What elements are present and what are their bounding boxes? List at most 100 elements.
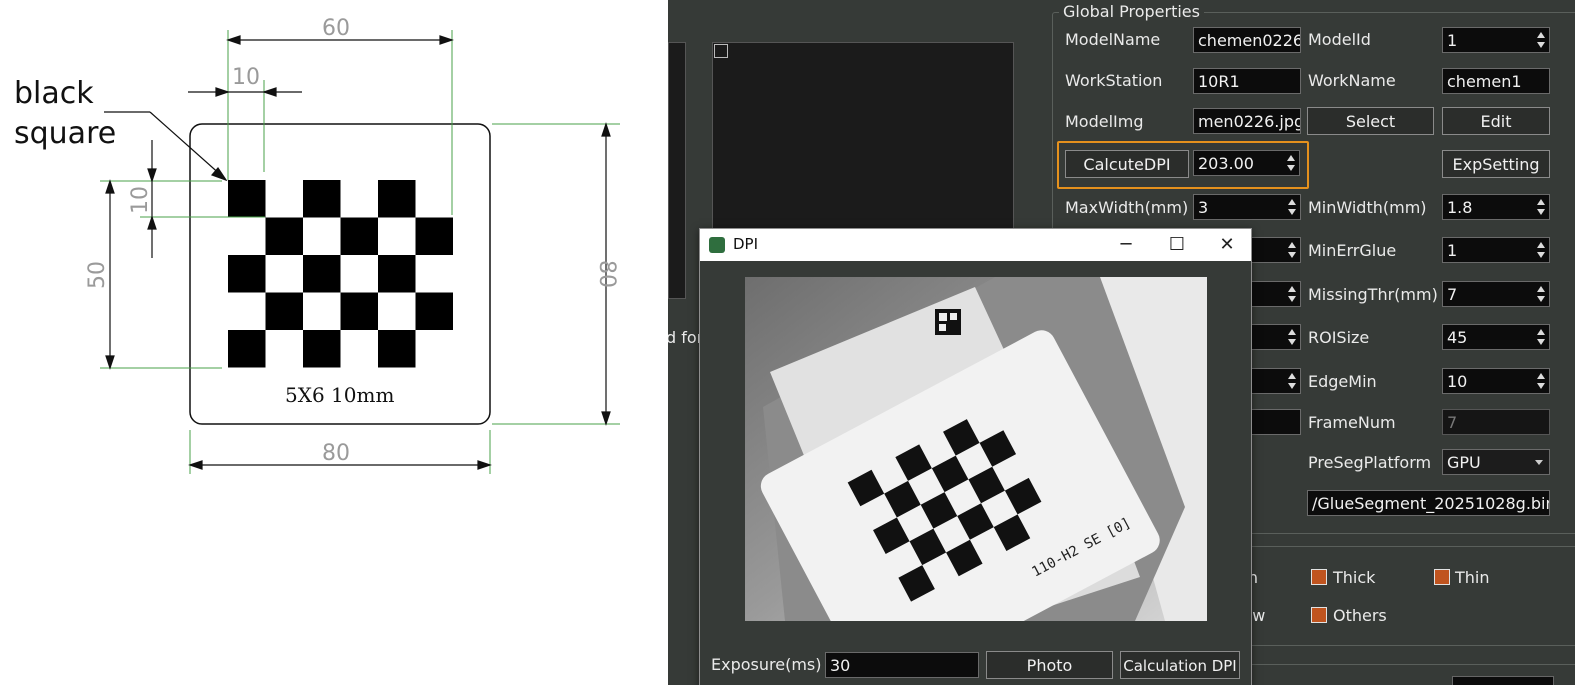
preview-panel-left (668, 42, 686, 299)
global-properties-title: Global Properties (1059, 2, 1204, 21)
preseg-label: PreSegPlatform (1308, 453, 1432, 472)
model-name-label: ModelName (1065, 30, 1161, 49)
missing-thr-value: 7 (1447, 285, 1458, 304)
calibration-drawing: 60 10 10 50 80 80 5X6 10mm black square (0, 0, 668, 685)
edge-min-spinbox[interactable]: 10 (1442, 368, 1550, 394)
thin-label: Thin (1455, 568, 1490, 587)
frame-num-input[interactable]: 7 (1442, 409, 1550, 435)
exposure-input[interactable]: 30 (825, 652, 979, 678)
callout-line-2: square (14, 116, 117, 151)
dialog-titlebar[interactable]: DPI ─ ☐ ✕ (700, 229, 1251, 261)
thin-checkbox[interactable] (1434, 569, 1450, 585)
workstation-input[interactable]: 10R1 (1193, 68, 1301, 94)
spin-arrows-icon[interactable] (1287, 284, 1297, 304)
roi-size-spinbox[interactable]: 45 (1442, 324, 1550, 350)
others-label: Others (1333, 606, 1387, 625)
model-id-value: 1 (1447, 31, 1458, 50)
spin-arrows-icon[interactable] (1536, 371, 1546, 391)
thick-checkbox[interactable] (1311, 569, 1327, 585)
black-square (228, 255, 266, 293)
black-square (378, 330, 416, 368)
dpi-spinbox[interactable]: 203.00 (1193, 150, 1300, 176)
dialog-title: DPI (733, 235, 759, 253)
preview-checkbox[interactable] (714, 44, 728, 58)
roi-size-label: ROISize (1308, 328, 1370, 347)
callout-label: black square (14, 74, 116, 154)
black-square (303, 330, 341, 368)
missing-thr-spinbox[interactable]: 7 (1442, 281, 1550, 307)
preseg-combo[interactable]: GPU (1442, 449, 1550, 475)
max-width-value: 3 (1198, 198, 1209, 217)
model-path-input[interactable]: /GlueSegment_20251028g.bin (1307, 490, 1550, 516)
exp-setting-button[interactable]: ExpSetting (1442, 150, 1550, 178)
spin-arrows-icon[interactable] (1287, 371, 1297, 391)
select-button[interactable]: Select (1307, 107, 1434, 135)
photo-button[interactable]: Photo (986, 651, 1113, 679)
preseg-value: GPU (1447, 453, 1481, 472)
dim-10-top: 10 (232, 65, 260, 90)
spin-arrows-icon[interactable] (1536, 327, 1546, 347)
edit-button[interactable]: Edit (1442, 107, 1550, 135)
spin-arrows-icon[interactable] (1536, 240, 1546, 260)
hidden-spinbox-4[interactable] (1250, 368, 1301, 394)
hidden-spinbox-3[interactable] (1250, 324, 1301, 350)
close-icon[interactable]: ✕ (1215, 233, 1239, 257)
dim-80-right: 80 (594, 260, 619, 288)
spin-arrows-icon[interactable] (1536, 30, 1546, 50)
model-name-input[interactable]: chemen0226 (1193, 27, 1301, 53)
dim-80-bottom: 80 (322, 441, 350, 466)
hidden-input-5[interactable] (1250, 409, 1301, 435)
edge-min-value: 10 (1447, 372, 1468, 391)
spin-arrows-icon[interactable] (1287, 327, 1297, 347)
max-width-label: MaxWidth(mm) (1065, 198, 1189, 217)
model-id-spinbox[interactable]: 1 (1442, 27, 1550, 53)
camera-image: 110-H2 SE [0] (745, 277, 1207, 621)
dim-10-left: 10 (128, 186, 153, 214)
dim-60-top: 60 (322, 16, 350, 41)
preview-panel-right (712, 42, 1014, 232)
spin-arrows-icon[interactable] (1536, 284, 1546, 304)
maximize-icon[interactable]: ☐ (1165, 233, 1189, 257)
workname-input[interactable]: chemen1 (1442, 68, 1550, 94)
bottom-input[interactable] (1452, 676, 1554, 685)
black-square (303, 255, 341, 293)
black-square (340, 292, 378, 330)
spin-arrows-icon[interactable] (1536, 197, 1546, 217)
callout-line-1: black (14, 76, 94, 111)
model-img-input[interactable]: men0226.jpg (1193, 108, 1301, 134)
black-square (228, 330, 266, 368)
black-square (228, 180, 266, 218)
dpi-value: 203.00 (1198, 154, 1254, 173)
hidden-spinbox-2[interactable] (1250, 281, 1301, 307)
app-window: d for Global Properties ModelName chemen… (668, 0, 1575, 685)
black-square (378, 180, 416, 218)
min-err-glue-spinbox[interactable]: 1 (1442, 237, 1550, 263)
spin-arrows-icon[interactable] (1286, 153, 1296, 173)
black-square (303, 180, 341, 218)
black-square (265, 292, 303, 330)
calculation-dpi-button[interactable]: Calculation DPI (1120, 651, 1240, 679)
workstation-label: WorkStation (1065, 71, 1163, 90)
min-width-spinbox[interactable]: 1.8 (1442, 194, 1550, 220)
hidden-spinbox-1[interactable] (1250, 237, 1301, 263)
chevron-down-icon[interactable] (1535, 460, 1543, 465)
frame-num-label: FrameNum (1308, 413, 1396, 432)
checkerboard (228, 180, 453, 368)
minimize-icon[interactable]: ─ (1114, 233, 1138, 257)
workname-label: WorkName (1308, 71, 1396, 90)
calcute-dpi-button[interactable]: CalcuteDPI (1065, 150, 1189, 178)
app-logo-icon (709, 237, 725, 253)
dpi-dialog: DPI ─ ☐ ✕ 110-H2 SE [0] Exposure(ms) 30 … (699, 228, 1252, 685)
black-square (340, 217, 378, 255)
black-square (415, 217, 453, 255)
max-width-spinbox[interactable]: 3 (1193, 194, 1301, 220)
partial-label-for: d for (668, 328, 704, 347)
model-id-label: ModelId (1308, 30, 1371, 49)
spin-arrows-icon[interactable] (1287, 240, 1297, 260)
roi-size-value: 45 (1447, 328, 1468, 347)
others-checkbox[interactable] (1311, 607, 1327, 623)
black-square (265, 217, 303, 255)
min-width-value: 1.8 (1447, 198, 1473, 217)
black-square (378, 255, 416, 293)
spin-arrows-icon[interactable] (1287, 197, 1297, 217)
